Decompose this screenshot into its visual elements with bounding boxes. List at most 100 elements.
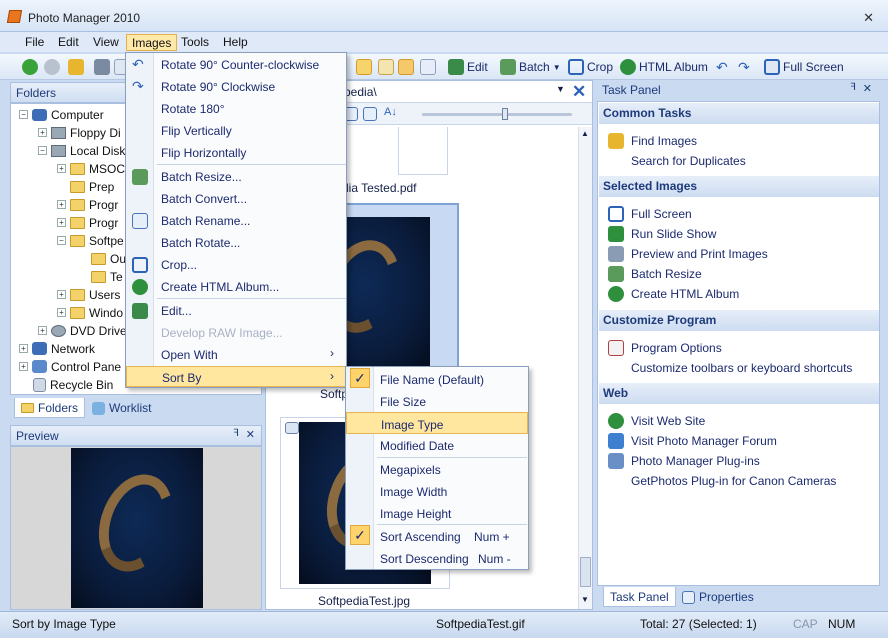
menu-tools[interactable]: Tools (176, 34, 214, 51)
list-view-icon[interactable] (363, 107, 377, 121)
sort-image-type[interactable]: Image Type (346, 412, 528, 434)
menu-item-flip-horizontal[interactable]: Flip Horizontally (126, 142, 346, 163)
edit-button[interactable]: Edit (448, 58, 488, 76)
forward-icon[interactable] (44, 59, 60, 75)
menu-item-rotate-ccw[interactable]: ↶ Rotate 90° Counter-clockwise (126, 54, 346, 75)
close-icon[interactable]: ✕ (863, 82, 872, 95)
tab-worklist[interactable]: Worklist (86, 398, 157, 418)
tab-properties[interactable]: Properties (676, 587, 760, 607)
task-program-options[interactable]: Program Options (631, 341, 722, 355)
up-folder-icon[interactable] (68, 59, 84, 75)
menu-item-batch-convert[interactable]: Batch Convert... (126, 188, 346, 209)
menu-item-create-html-album[interactable]: Create HTML Album... (126, 276, 346, 297)
task-visit-forum[interactable]: Visit Photo Manager Forum (631, 434, 777, 448)
menu-item-batch-rotate[interactable]: Batch Rotate... (126, 232, 346, 253)
task-full-screen[interactable]: Full Screen (631, 207, 692, 221)
sort-icon[interactable]: A↓ (384, 106, 397, 118)
sort-modified-date[interactable]: Modified Date (346, 434, 528, 456)
tab-folders[interactable]: Folders (14, 398, 86, 418)
sort-ascending[interactable]: ✓ Sort Ascending Num + (346, 525, 528, 547)
details-view-icon[interactable] (420, 59, 436, 75)
tree-node[interactable]: − Computer (19, 106, 104, 123)
menu-item-batch-resize[interactable]: Batch Resize... (126, 166, 346, 187)
scrollbar-thumb[interactable] (580, 557, 591, 587)
scroll-up-icon[interactable]: ▲ (581, 129, 589, 138)
tree-node[interactable]: + Progr (57, 196, 118, 213)
task-getphotos-plugin[interactable]: GetPhotos Plug-in for Canon Cameras (631, 474, 836, 488)
task-search-duplicates[interactable]: Search for Duplicates (631, 154, 746, 168)
close-icon[interactable]: ✕ (863, 10, 874, 26)
task-create-html-album[interactable]: Create HTML Album (631, 287, 739, 301)
tree-node[interactable]: + Floppy Di (38, 124, 121, 141)
pin-icon[interactable]: ꟻ (850, 82, 856, 93)
tree-node[interactable]: + Control Pane (19, 358, 121, 375)
menu-help[interactable]: Help (218, 34, 253, 51)
open-file-icon[interactable] (378, 59, 394, 75)
forum-icon (608, 433, 624, 449)
status-num: NUM (828, 617, 856, 631)
sort-by-submenu: ✓ File Name (Default) File Size Image Typ… (345, 366, 529, 570)
menu-item-crop[interactable]: Crop... (126, 254, 346, 275)
menu-item-edit[interactable]: Edit... (126, 300, 346, 321)
tab-task-panel[interactable]: Task Panel (603, 587, 676, 607)
menu-item-sort-by[interactable]: Sort By › (126, 366, 346, 387)
close-path-icon[interactable]: ✕ (572, 82, 586, 102)
tree-node[interactable]: − Softpe (57, 232, 124, 249)
thumbnail-view-icon[interactable] (398, 59, 414, 75)
sort-image-width[interactable]: Image Width (346, 480, 528, 502)
sort-image-height[interactable]: Image Height (346, 502, 528, 524)
rotate-cw-icon[interactable]: ↷ (738, 59, 750, 76)
cut-icon[interactable] (94, 59, 110, 75)
menu-edit[interactable]: Edit (53, 34, 84, 51)
tree-node[interactable]: + Windo (57, 304, 123, 321)
vertical-scrollbar[interactable]: ▲ ▼ (578, 127, 592, 609)
task-plugins[interactable]: Photo Manager Plug-ins (631, 454, 760, 468)
menu-item-rotate-cw[interactable]: ↷ Rotate 90° Clockwise (126, 76, 346, 97)
menu-file[interactable]: File (20, 34, 49, 51)
tree-node[interactable]: Ou (91, 250, 126, 267)
path-dropdown-icon[interactable]: ▼ (556, 84, 565, 94)
zoom-slider[interactable] (422, 108, 572, 120)
task-customize-toolbars[interactable]: Customize toolbars or keyboard shortcuts (631, 361, 852, 375)
menu-item-flip-vertical[interactable]: Flip Vertically (126, 120, 346, 141)
sort-file-name[interactable]: ✓ File Name (Default) (346, 368, 528, 390)
menu-item-open-with[interactable]: Open With › (126, 344, 346, 365)
menu-view[interactable]: View (88, 34, 124, 51)
rotate-ccw-icon[interactable]: ↶ (716, 59, 728, 76)
tree-node[interactable]: + MSOC (57, 160, 125, 177)
task-find-images[interactable]: Find Images (631, 134, 697, 148)
scroll-down-icon[interactable]: ▼ (581, 595, 589, 604)
tree-node[interactable]: + Network (19, 340, 95, 357)
folder-view-icon[interactable] (356, 59, 372, 75)
tree-node[interactable]: Te (91, 268, 123, 285)
sort-file-size[interactable]: File Size (346, 390, 528, 412)
sort-descending[interactable]: Sort Descending Num - (346, 547, 528, 569)
sort-megapixels[interactable]: Megapixels (346, 458, 528, 480)
status-bar: Sort by Image Type SoftpediaTest.gif Tot… (0, 611, 888, 638)
task-preview-print[interactable]: Preview and Print Images (631, 247, 768, 261)
tree-node[interactable]: + DVD Drive (38, 322, 127, 339)
full-screen-button[interactable]: Full Screen (764, 58, 844, 76)
tree-node[interactable]: Prep (70, 178, 114, 195)
close-icon[interactable]: ✕ (246, 428, 255, 441)
html-album-button[interactable]: HTML Album (620, 58, 708, 76)
check-icon: ✓ (350, 525, 370, 545)
pin-icon[interactable]: ꟻ (233, 428, 239, 439)
crop-button[interactable]: Crop (568, 58, 613, 76)
tree-node[interactable]: − Local Disk (38, 142, 125, 159)
batch-button[interactable]: Batch ▼ (500, 58, 561, 76)
task-slide-show[interactable]: Run Slide Show (631, 227, 716, 241)
task-batch-resize[interactable]: Batch Resize (631, 267, 702, 281)
path-text[interactable]: pedia\ (344, 85, 377, 99)
pdf-thumbnail[interactable] (398, 127, 448, 175)
menu-item-rotate-180[interactable]: Rotate 180° (126, 98, 346, 119)
find-icon (608, 133, 624, 149)
tree-node[interactable]: + Progr (57, 214, 118, 231)
back-icon[interactable] (22, 59, 38, 75)
tree-node[interactable]: Recycle Bin (33, 376, 113, 393)
status-file: SoftpediaTest.gif (436, 617, 525, 631)
menu-images[interactable]: Images (126, 34, 178, 51)
tree-node[interactable]: + Users (57, 286, 120, 303)
menu-item-batch-rename[interactable]: Batch Rename... (126, 210, 346, 231)
task-visit-web-site[interactable]: Visit Web Site (631, 414, 705, 428)
